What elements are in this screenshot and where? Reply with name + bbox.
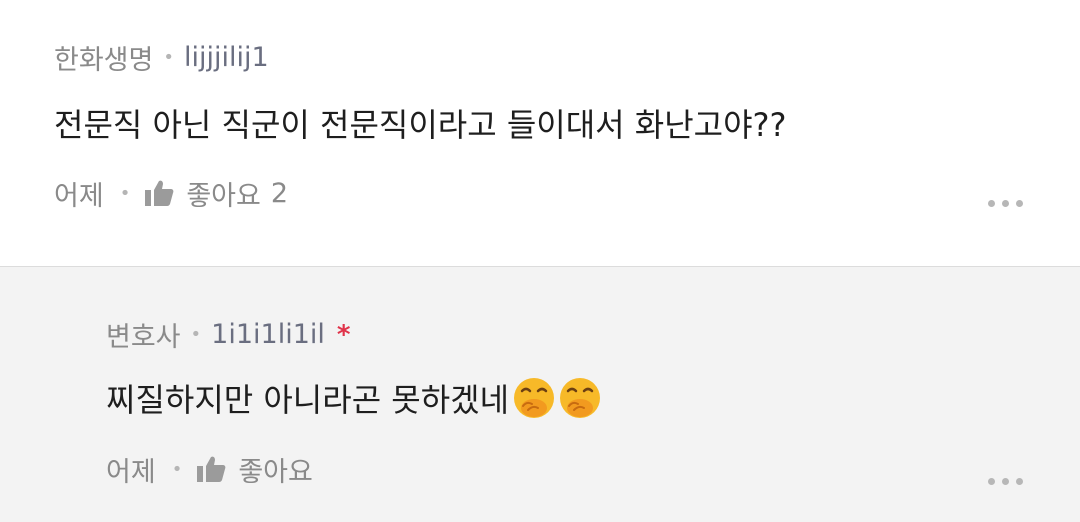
face-with-hand-over-mouth-emoji xyxy=(560,378,601,418)
author-badge: * xyxy=(336,319,351,350)
like-count: 2 xyxy=(270,177,289,209)
action-separator: • xyxy=(171,458,183,480)
reply-item: 변호사 • 1i1i1li1il * 찌질하지만 아니라곤 못하겠네 어제 • xyxy=(0,267,1080,522)
comment-body: 찌질하지만 아니라곤 못하겠네 xyxy=(106,373,601,423)
like-button[interactable]: 좋아요 2 xyxy=(144,174,288,213)
comment-meta: 변호사 • 1i1i1li1il * xyxy=(106,315,351,354)
thumbs-up-icon xyxy=(197,456,226,482)
company-label: 변호사 xyxy=(106,322,181,353)
username-link[interactable]: 1i1i1li1il xyxy=(211,319,325,350)
comment-text: 전문직 아닌 직군이 전문직이라고 들이대서 화난고야?? xyxy=(54,106,787,144)
comment-time: 어제 xyxy=(54,180,104,212)
thumbs-up-icon xyxy=(145,180,174,206)
comment-time: 어제 xyxy=(106,456,156,488)
comment-item: 한화생명 • lijjjilij1 전문직 아닌 직군이 전문직이라고 들이대서… xyxy=(0,0,1080,266)
more-options-icon[interactable] xyxy=(984,196,1027,211)
meta-separator: • xyxy=(163,47,174,68)
meta-separator: • xyxy=(190,324,202,345)
like-label: 좋아요 xyxy=(238,456,313,488)
action-separator: • xyxy=(119,182,131,204)
comment-meta: 한화생명 • lijjjilij1 xyxy=(54,38,269,77)
company-label: 한화생명 xyxy=(54,45,154,76)
face-with-hand-over-mouth-emoji xyxy=(514,378,555,418)
comment-actions: 어제 • 좋아요 xyxy=(106,450,313,488)
comment-text: 찌질하지만 아니라곤 못하겠네 xyxy=(106,381,510,419)
comment-actions: 어제 • 좋아요 2 xyxy=(54,174,288,212)
like-label: 좋아요 xyxy=(186,180,261,212)
username-link[interactable]: lijjjilij1 xyxy=(184,42,269,73)
more-options-icon[interactable] xyxy=(984,474,1027,489)
like-button[interactable]: 좋아요 xyxy=(196,450,313,489)
